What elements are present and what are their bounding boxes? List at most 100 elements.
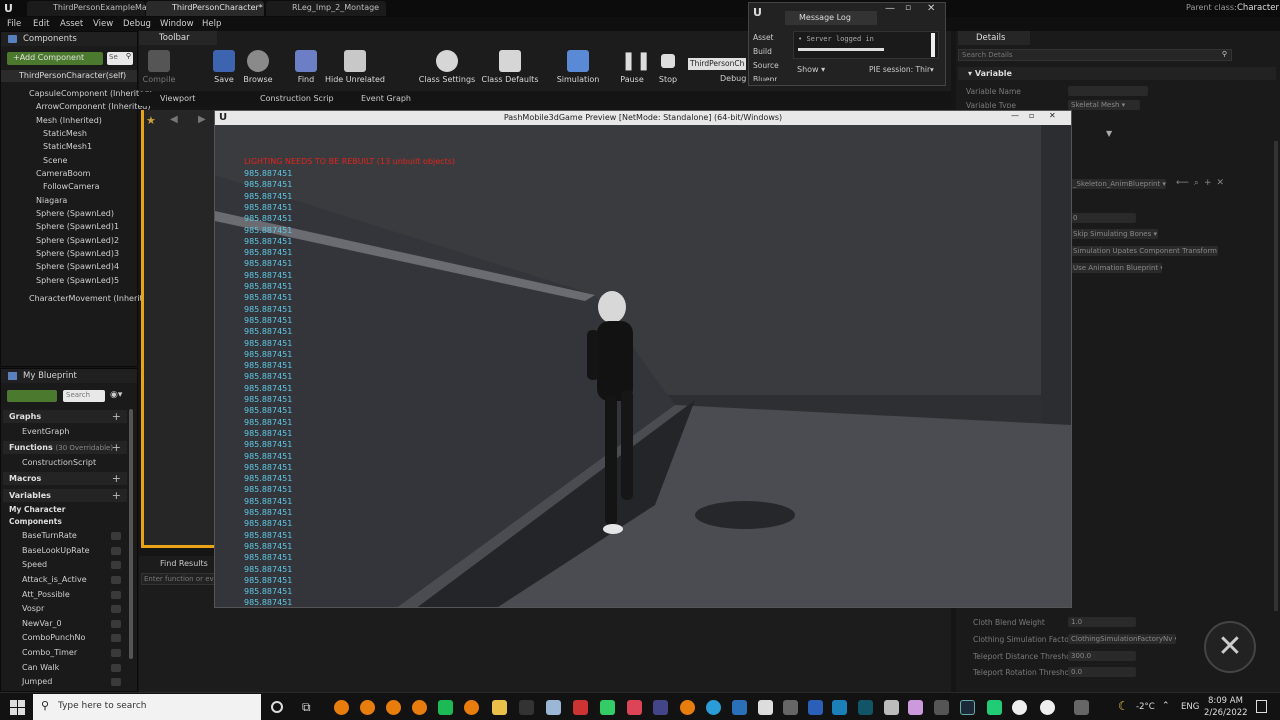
blueprint-search-input[interactable]: Search xyxy=(63,390,105,402)
find-results-tab[interactable]: Find Results xyxy=(160,559,208,568)
teleport-dist-field[interactable]: 300.0 xyxy=(1068,651,1136,661)
log-scrollbar[interactable] xyxy=(931,33,935,57)
var-speed[interactable]: Speed xyxy=(22,560,47,569)
doc-tab-character[interactable]: ThirdPersonCharacter* xyxy=(146,1,264,16)
section-functions[interactable]: Functions (30 Overridable) + xyxy=(3,441,127,454)
compile-button[interactable]: Compile xyxy=(134,50,184,84)
debug-object-select[interactable]: ThirdPersonCh xyxy=(688,58,746,70)
component-self[interactable]: ThirdPersonCharacter(self) xyxy=(1,70,137,82)
tree-item-cameraboom[interactable]: CameraBoom xyxy=(36,169,90,178)
tree-item-charactermovement[interactable]: CharacterMovement (Inherite xyxy=(29,294,148,303)
notification-icon[interactable] xyxy=(1256,700,1267,713)
stop-button[interactable]: Stop xyxy=(648,50,688,84)
category-components[interactable]: Components xyxy=(9,517,62,526)
log-category-source[interactable]: Source xyxy=(753,61,779,70)
tree-item-scene[interactable]: Scene xyxy=(43,156,67,165)
sim-updates-select[interactable]: Simulation Upates Component Transform ▾ xyxy=(1070,246,1218,256)
weather-temperature[interactable]: -2°C xyxy=(1136,702,1155,712)
blender-icon[interactable] xyxy=(360,700,375,715)
section-variables[interactable]: Variables + xyxy=(3,489,127,502)
cloth-blend-field[interactable]: 1.0 xyxy=(1068,617,1136,627)
add-function-icon[interactable]: + xyxy=(112,441,121,454)
class-defaults-button[interactable]: Class Defaults xyxy=(478,50,542,84)
eye-icon[interactable]: ◉▾ xyxy=(110,390,122,400)
anim-bp-tools[interactable]: ⟵⌕+✕ xyxy=(1176,178,1229,188)
use-anim-bp-select[interactable]: Use Animation Blueprint ▾ xyxy=(1070,263,1162,273)
eye-icon[interactable] xyxy=(111,561,121,569)
eye-icon[interactable] xyxy=(111,591,121,599)
class-settings-button[interactable]: Class Settings xyxy=(414,50,480,84)
eye-icon[interactable] xyxy=(111,649,121,657)
eye-icon[interactable] xyxy=(111,620,121,628)
tree-item-sphere5[interactable]: Sphere (SpawnLed)5 xyxy=(36,276,119,285)
add-component-button[interactable]: +Add Component xyxy=(7,52,103,65)
app-icon[interactable] xyxy=(783,700,798,715)
minimize-icon[interactable]: — xyxy=(885,3,895,14)
menu-asset[interactable]: Asset xyxy=(60,19,83,29)
minimize-icon[interactable]: — xyxy=(1011,111,1019,120)
star-icon[interactable]: ★ xyxy=(146,114,156,127)
var-baselookuprate[interactable]: BaseLookUpRate xyxy=(22,546,90,555)
var-combo-timer[interactable]: Combo_Timer xyxy=(22,648,77,657)
folder-icon[interactable] xyxy=(492,700,507,715)
details-section-variable[interactable]: ▾ Variable xyxy=(958,67,1276,80)
log-category-asset[interactable]: Asset xyxy=(753,33,774,42)
variable-type-field[interactable]: Skeletal Mesh ▾ xyxy=(1068,100,1140,110)
construction-script-item[interactable]: ConstructionScript xyxy=(22,458,96,467)
components-search-input[interactable]: Se ⚲ xyxy=(107,52,133,65)
clock-time[interactable]: 8:09 AM xyxy=(1208,696,1243,706)
task-view-icon[interactable]: ⧉ xyxy=(302,700,311,715)
var-newvar-0[interactable]: NewVar_0 xyxy=(22,619,62,628)
app-icon[interactable] xyxy=(884,700,899,715)
unreal-icon[interactable] xyxy=(1040,700,1055,715)
var-can-walk[interactable]: Can Walk xyxy=(22,663,59,672)
graph-canvas[interactable] xyxy=(141,110,215,548)
app-icon[interactable] xyxy=(546,700,561,715)
epic-games-icon[interactable] xyxy=(519,700,534,715)
app-icon[interactable] xyxy=(908,700,923,715)
tab-viewport[interactable]: Viewport xyxy=(160,94,195,103)
app-icon[interactable] xyxy=(627,700,642,715)
tree-item-sphere1[interactable]: Sphere (SpawnLed)1 xyxy=(36,222,119,231)
cloth-factory-select[interactable]: ClothingSimulationFactoryNv ▾ xyxy=(1068,634,1176,644)
details-tab[interactable]: Details xyxy=(958,31,1030,45)
add-new-button[interactable] xyxy=(7,390,57,402)
hide-unrelated-button[interactable]: Hide Unrelated xyxy=(320,50,390,84)
eye-icon[interactable] xyxy=(111,547,121,555)
eye-icon[interactable] xyxy=(111,605,121,613)
section-graphs[interactable]: Graphs + xyxy=(3,410,127,423)
log-category-build[interactable]: Build xyxy=(753,47,772,56)
app-icon[interactable] xyxy=(832,700,847,715)
language-indicator[interactable]: ENG xyxy=(1181,702,1199,712)
add-graph-icon[interactable]: + xyxy=(112,410,121,423)
blender-icon[interactable] xyxy=(412,700,427,715)
app-icon[interactable] xyxy=(653,700,668,715)
anim-bp-field[interactable]: _Skeleton_AnimBlueprint ▾ xyxy=(1070,179,1166,189)
steam-icon[interactable] xyxy=(960,700,975,715)
var-combopunchno[interactable]: ComboPunchNo xyxy=(22,633,85,642)
eye-icon[interactable] xyxy=(111,532,121,540)
maximize-icon[interactable]: ▫ xyxy=(905,3,911,13)
doc-tab-montage[interactable]: RLeg_Imp_2_Montage xyxy=(266,1,386,16)
var-attack-is-active[interactable]: Attack_is_Active xyxy=(22,575,87,584)
close-icon[interactable]: ✕ xyxy=(1049,111,1056,120)
eye-icon[interactable] xyxy=(111,664,121,672)
tree-item-sphere2[interactable]: Sphere (SpawnLed)2 xyxy=(36,236,119,245)
pie-session-dropdown[interactable]: PIE session: Thir▾ xyxy=(869,65,934,74)
app-icon[interactable] xyxy=(758,700,773,715)
details-scrollbar[interactable] xyxy=(1274,141,1278,611)
tab-event-graph[interactable]: Event Graph xyxy=(361,94,411,103)
forward-arrow-icon[interactable]: ▶ xyxy=(198,114,206,125)
eye-icon[interactable] xyxy=(111,576,121,584)
app-icon[interactable] xyxy=(573,700,588,715)
zero-field[interactable]: 0 xyxy=(1070,213,1136,223)
app-icon[interactable] xyxy=(1074,700,1089,715)
variable-name-field[interactable] xyxy=(1068,86,1148,96)
maximize-icon[interactable]: ▫ xyxy=(1029,111,1034,120)
chevron-down-icon[interactable]: ▼ xyxy=(1106,129,1112,138)
menu-view[interactable]: View xyxy=(93,19,113,29)
blender-icon[interactable] xyxy=(680,700,695,715)
tree-item-sphere4[interactable]: Sphere (SpawnLed)4 xyxy=(36,262,119,271)
blender-icon[interactable] xyxy=(464,700,479,715)
taskbar-search-input[interactable]: ⚲ Type here to search xyxy=(33,694,261,720)
